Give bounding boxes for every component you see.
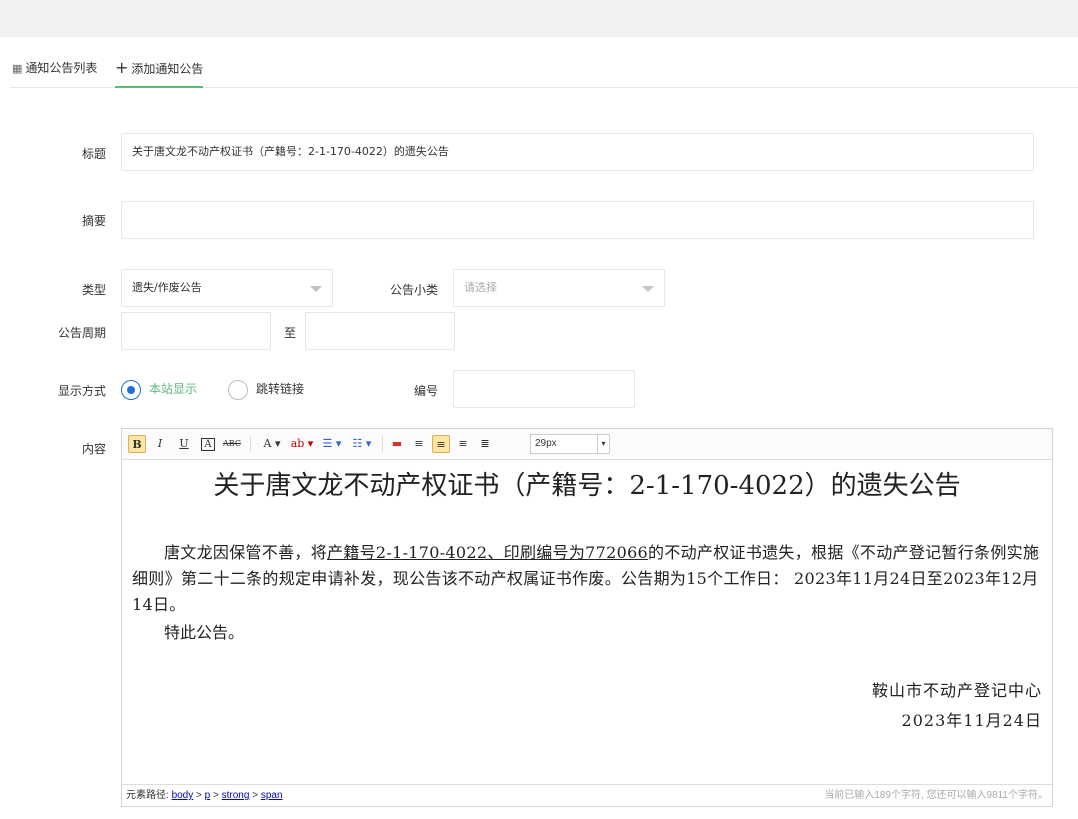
rich-text-editor[interactable]: B I U A ABC A ▾ ab ▾ ☰ ▾ ☷ ▾ ▬ ≡ ≡ ≡ ≣ 2… (121, 428, 1053, 807)
number-input[interactable] (453, 370, 635, 408)
image-icon[interactable]: ▬ (388, 435, 406, 453)
document-signature: 鞍山市不动产登记中心 2023年11月24日 (872, 676, 1042, 736)
underline-button[interactable]: U (176, 435, 192, 453)
period-separator: 至 (283, 326, 296, 340)
plus-icon: + (115, 58, 129, 77)
radio-unchecked-icon (228, 379, 248, 400)
tab-notice-list-label: 通知公告列表 (25, 61, 98, 75)
element-path-label: 元素路径: (126, 790, 169, 801)
radio-jump-link-label: 跳转链接 (256, 382, 305, 396)
path-link-strong[interactable]: strong (222, 790, 250, 801)
radio-site-display[interactable]: 本站显示 (121, 379, 197, 400)
display-mode-label: 显示方式 (57, 384, 106, 398)
signature-date: 2023年11月24日 (901, 711, 1042, 730)
editor-content[interactable]: 关于唐文龙不动产权证书（产籍号：2-1-170-4022）的遗失公告 唐文龙因保… (122, 460, 1052, 784)
document-closing: 特此公告。 (164, 623, 245, 642)
element-path: 元素路径: body > p > strong > span (126, 790, 283, 801)
type-select[interactable]: 遗失/作废公告 (121, 269, 333, 307)
tab-add-notice[interactable]: + 添加通知公告 (115, 50, 204, 88)
align-justify-icon[interactable]: ≣ (476, 435, 494, 453)
radio-checked-icon (121, 379, 141, 400)
subtype-select-placeholder: 请选择 (464, 281, 497, 294)
paragraph-underlined: 产籍号2-1-170-4022、印刷编号为772066 (327, 543, 649, 562)
content-label: 内容 (81, 442, 106, 456)
title-input[interactable]: 关于唐文龙不动产权证书（产籍号：2-1-170-4022）的遗失公告 (121, 133, 1034, 171)
bold-button[interactable]: B (128, 435, 146, 453)
title-label: 标题 (81, 147, 106, 161)
radio-site-display-label: 本站显示 (149, 382, 198, 396)
type-label: 类型 (81, 283, 106, 297)
chevron-down-icon (310, 286, 322, 292)
editor-statusbar: 元素路径: body > p > strong > span 当前已输入189个… (122, 784, 1052, 806)
font-border-icon[interactable]: A (200, 435, 216, 453)
number-label: 编号 (413, 384, 438, 398)
top-bar (0, 0, 1078, 37)
unordered-list-button[interactable]: ☷ ▾ (348, 435, 376, 453)
ordered-list-button[interactable]: ☰ ▾ (318, 435, 346, 453)
signature-org: 鞍山市不动产登记中心 (871, 681, 1042, 700)
toolbar-divider (382, 436, 383, 452)
character-count: 当前已输入189个字符, 您还可以输入9811个字符。 (824, 790, 1048, 801)
italic-button[interactable]: I (152, 435, 168, 453)
tab-bar: ▦ 通知公告列表 + 添加通知公告 (10, 50, 1078, 88)
path-link-span[interactable]: span (261, 790, 283, 801)
summary-input[interactable] (121, 201, 1034, 239)
chevron-down-icon[interactable]: ▾ (597, 434, 610, 454)
period-start-input[interactable] (121, 312, 271, 350)
font-color-button[interactable]: A ▾ (258, 435, 286, 453)
chevron-down-icon (642, 286, 654, 292)
document-title: 关于唐文龙不动产权证书（产籍号：2-1-170-4022）的遗失公告 (213, 471, 961, 501)
path-link-body[interactable]: body (172, 790, 194, 801)
highlight-color-button[interactable]: ab ▾ (288, 435, 316, 453)
summary-label: 摘要 (81, 214, 106, 228)
align-left-icon[interactable]: ≡ (410, 435, 428, 453)
period-label: 公告周期 (57, 326, 106, 340)
editor-toolbar: B I U A ABC A ▾ ab ▾ ☰ ▾ ☷ ▾ ▬ ≡ ≡ ≡ ≣ 2… (122, 429, 1052, 460)
period-end-input[interactable] (305, 312, 455, 350)
radio-jump-link[interactable]: 跳转链接 (228, 379, 304, 400)
tab-add-notice-label: 添加通知公告 (131, 62, 204, 76)
tab-notice-list[interactable]: ▦ 通知公告列表 (12, 50, 97, 88)
subtype-select[interactable]: 请选择 (453, 269, 665, 307)
path-link-p[interactable]: p (205, 790, 211, 801)
toolbar-divider (250, 436, 251, 452)
paragraph-start: 唐文龙因保管不善，将 (164, 543, 328, 562)
strikethrough-button[interactable]: ABC (222, 435, 242, 453)
type-select-value: 遗失/作废公告 (132, 281, 202, 294)
align-center-icon[interactable]: ≡ (432, 435, 450, 453)
document-paragraph: 唐文龙因保管不善，将产籍号2-1-170-4022、印刷编号为772066的不动… (132, 540, 1044, 618)
subtype-label: 公告小类 (389, 283, 438, 297)
table-icon: ▦ (12, 62, 23, 75)
align-right-icon[interactable]: ≡ (454, 435, 472, 453)
